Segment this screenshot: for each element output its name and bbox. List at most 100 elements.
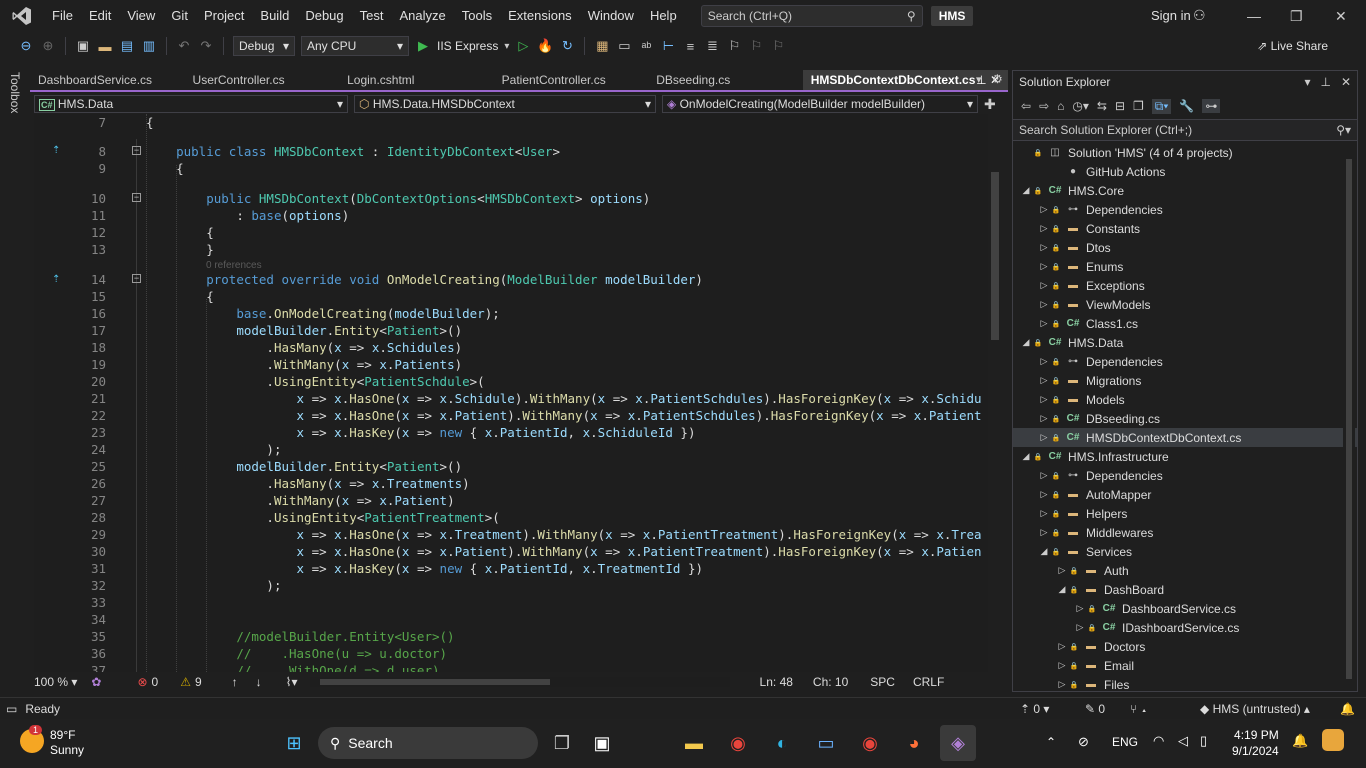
collapsed-arrow-icon[interactable]: ▷ bbox=[1037, 432, 1051, 443]
collapsed-arrow-icon[interactable]: ▷ bbox=[1055, 641, 1069, 652]
menu-item-window[interactable]: Window bbox=[580, 0, 642, 32]
step-icon[interactable]: ⊢ bbox=[660, 38, 676, 54]
tab-usercontroller-cs[interactable]: UserController.cs bbox=[185, 70, 340, 90]
code-line[interactable]: 16 base.OnModelCreating(modelBuilder); bbox=[34, 305, 988, 322]
column-indicator[interactable]: Ch: 10 bbox=[813, 675, 848, 689]
repository-status[interactable]: ◆ HMS (untrusted) ▴ bbox=[1200, 702, 1310, 716]
language-indicator[interactable]: ENG bbox=[1112, 735, 1138, 749]
menu-item-edit[interactable]: Edit bbox=[81, 0, 119, 32]
copilot-taskbar-icon[interactable] bbox=[1322, 729, 1344, 751]
code-line[interactable]: 17 modelBuilder.Entity<Patient>() bbox=[34, 322, 988, 339]
widgets-icon[interactable]: ▣ bbox=[584, 725, 620, 761]
code-line[interactable]: 13 } bbox=[34, 241, 988, 258]
branch-icon[interactable]: ⑂ ▴ bbox=[1130, 702, 1148, 716]
collapse-all-icon[interactable]: ⊟ bbox=[1115, 99, 1125, 113]
tab-dashboardservice-cs[interactable]: DashboardService.cs bbox=[30, 70, 185, 90]
start-debugging-icon[interactable]: ▶ bbox=[415, 38, 431, 54]
taskbar-search[interactable]: ⚲ Search bbox=[318, 727, 538, 759]
tree-item[interactable]: ▷ 🔒 ▬ ViewModels bbox=[1013, 295, 1357, 314]
git-changes-icon[interactable]: ⇡ 0 ▾ bbox=[1020, 702, 1049, 716]
tree-item[interactable]: ◢ 🔒 C# HMS.Data bbox=[1013, 333, 1357, 352]
prev-issue-icon[interactable]: ↑ bbox=[232, 675, 238, 689]
output-icon[interactable]: ▭ bbox=[6, 702, 17, 716]
restore-icon[interactable]: ❐ bbox=[1290, 8, 1303, 25]
wifi-icon[interactable]: ◠ bbox=[1153, 733, 1164, 749]
code-line[interactable]: 34 bbox=[34, 611, 988, 628]
error-count[interactable]: 0 bbox=[152, 675, 159, 689]
tree-item[interactable]: ▷ 🔒 ▬ Constants bbox=[1013, 219, 1357, 238]
tree-item[interactable]: ▷ 🔒 ▬ Middlewares bbox=[1013, 523, 1357, 542]
menu-item-build[interactable]: Build bbox=[252, 0, 297, 32]
code-line[interactable]: 24 ); bbox=[34, 441, 988, 458]
close-icon[interactable]: ✕ bbox=[1341, 75, 1351, 89]
menu-item-extensions[interactable]: Extensions bbox=[500, 0, 580, 32]
menu-item-help[interactable]: Help bbox=[642, 0, 685, 32]
code-line[interactable]: 7{ bbox=[34, 114, 988, 131]
expanded-arrow-icon[interactable]: ◢ bbox=[1055, 584, 1069, 595]
collapse-icon[interactable]: − bbox=[132, 146, 141, 155]
code-line[interactable]: 25 modelBuilder.Entity<Patient>() bbox=[34, 458, 988, 475]
solution-search-input[interactable]: Search Solution Explorer (Ctrl+;) ⚲▾ bbox=[1013, 119, 1357, 141]
properties-icon[interactable]: 🔧 bbox=[1179, 99, 1194, 113]
edit-icon[interactable]: ✎ 0 bbox=[1085, 702, 1105, 716]
code-line[interactable]: 15 { bbox=[34, 288, 988, 305]
back-icon[interactable]: ⇦ bbox=[1021, 99, 1031, 113]
tree-item[interactable]: ▷ 🔒 ▬ Files bbox=[1013, 675, 1357, 694]
collapsed-arrow-icon[interactable]: ▷ bbox=[1037, 527, 1051, 538]
volume-icon[interactable]: ◁ bbox=[1178, 733, 1188, 749]
tree-item[interactable]: ▷ 🔒 ⊶ Dependencies bbox=[1013, 200, 1357, 219]
configuration-dropdown[interactable]: Debug ▾ bbox=[233, 36, 295, 56]
collapsed-arrow-icon[interactable]: ▷ bbox=[1055, 660, 1069, 671]
collapsed-arrow-icon[interactable]: ▷ bbox=[1037, 489, 1051, 500]
tab-login-cshtml[interactable]: Login.cshtml bbox=[339, 70, 494, 90]
toolbox-strip[interactable]: Toolbox bbox=[0, 62, 30, 692]
member-dropdown[interactable]: ◈ OnModelCreating(ModelBuilder modelBuil… bbox=[662, 95, 978, 113]
chevron-down-icon[interactable]: ▾ bbox=[504, 41, 509, 52]
code-line[interactable]: 19 .WithMany(x => x.Patients) bbox=[34, 356, 988, 373]
menu-item-project[interactable]: Project bbox=[196, 0, 252, 32]
start-icon[interactable]: ⊞ bbox=[276, 725, 312, 761]
indent-icon[interactable]: ≡ bbox=[682, 38, 698, 54]
tree-item[interactable]: ▷ 🔒 C# Class1.cs bbox=[1013, 314, 1357, 333]
tree-item[interactable]: ▷ 🔒 ▬ Helpers bbox=[1013, 504, 1357, 523]
collapsed-arrow-icon[interactable]: ▷ bbox=[1055, 679, 1069, 690]
settings-gear-icon[interactable]: ⚙ bbox=[992, 72, 1003, 86]
pin-icon[interactable]: ⊥ bbox=[1320, 75, 1330, 89]
code-line[interactable]: 8 − public class HMSDbContext : IdentityD… bbox=[34, 143, 988, 160]
code-line[interactable]: 11 : base(options) bbox=[34, 207, 988, 224]
code-line[interactable]: 18 .HasMany(x => x.Schidules) bbox=[34, 339, 988, 356]
collapsed-arrow-icon[interactable]: ▷ bbox=[1073, 622, 1087, 633]
collapsed-arrow-icon[interactable]: ▷ bbox=[1037, 413, 1051, 424]
weather-widget[interactable]: 89°F Sunny bbox=[50, 728, 84, 758]
code-line[interactable]: 20 .UsingEntity<PatientSchdule>( bbox=[34, 373, 988, 390]
collapsed-arrow-icon[interactable]: ▷ bbox=[1037, 394, 1051, 405]
chrome-icon[interactable]: ◉ bbox=[720, 725, 756, 761]
collapsed-arrow-icon[interactable]: ▷ bbox=[1037, 223, 1051, 234]
menu-item-file[interactable]: File bbox=[44, 0, 81, 32]
collapsed-arrow-icon[interactable]: ▷ bbox=[1037, 356, 1051, 367]
chevron-down-icon[interactable]: ▾ bbox=[1304, 75, 1310, 89]
code-line[interactable]: 37 // .WithOne(d => d.user) bbox=[34, 662, 988, 672]
error-icon[interactable]: ⊗ bbox=[137, 675, 147, 689]
chrome-profile-icon[interactable]: ◉ bbox=[852, 725, 888, 761]
open-folder-icon[interactable]: ▬ bbox=[97, 38, 113, 54]
line-ending[interactable]: CRLF bbox=[913, 675, 944, 689]
editor-horizontal-scrollbar[interactable] bbox=[309, 677, 730, 687]
run-target-button[interactable]: IIS Express bbox=[437, 39, 498, 53]
editor-vertical-scrollbar[interactable] bbox=[988, 114, 1002, 672]
tree-item[interactable]: ▷ 🔒 ▬ Email bbox=[1013, 656, 1357, 675]
switch-views-icon[interactable]: ⧉▾ bbox=[1151, 98, 1172, 114]
next-issue-icon[interactable]: ↓ bbox=[256, 675, 262, 689]
tree-item[interactable]: ▷ 🔒 ▬ Models bbox=[1013, 390, 1357, 409]
spell-check-icon[interactable]: ᵃᵇ bbox=[638, 38, 654, 54]
scroll-thumb[interactable] bbox=[991, 172, 999, 340]
tree-item[interactable]: ▷ 🔒 ▬ Enums bbox=[1013, 257, 1357, 276]
tree-item[interactable]: ▷ 🔒 ▬ Auth bbox=[1013, 561, 1357, 580]
tree-item[interactable]: ▷ 🔒 ▬ AutoMapper bbox=[1013, 485, 1357, 504]
expanded-arrow-icon[interactable]: ◢ bbox=[1019, 337, 1033, 348]
visual-studio-logo-icon[interactable] bbox=[0, 0, 44, 32]
tab-dbseeding-cs[interactable]: DBseeding.cs bbox=[648, 70, 803, 90]
chevron-up-icon[interactable]: ⌃ bbox=[1046, 735, 1056, 749]
menu-item-view[interactable]: View bbox=[119, 0, 163, 32]
warning-icon[interactable]: ⚠ bbox=[180, 675, 191, 689]
